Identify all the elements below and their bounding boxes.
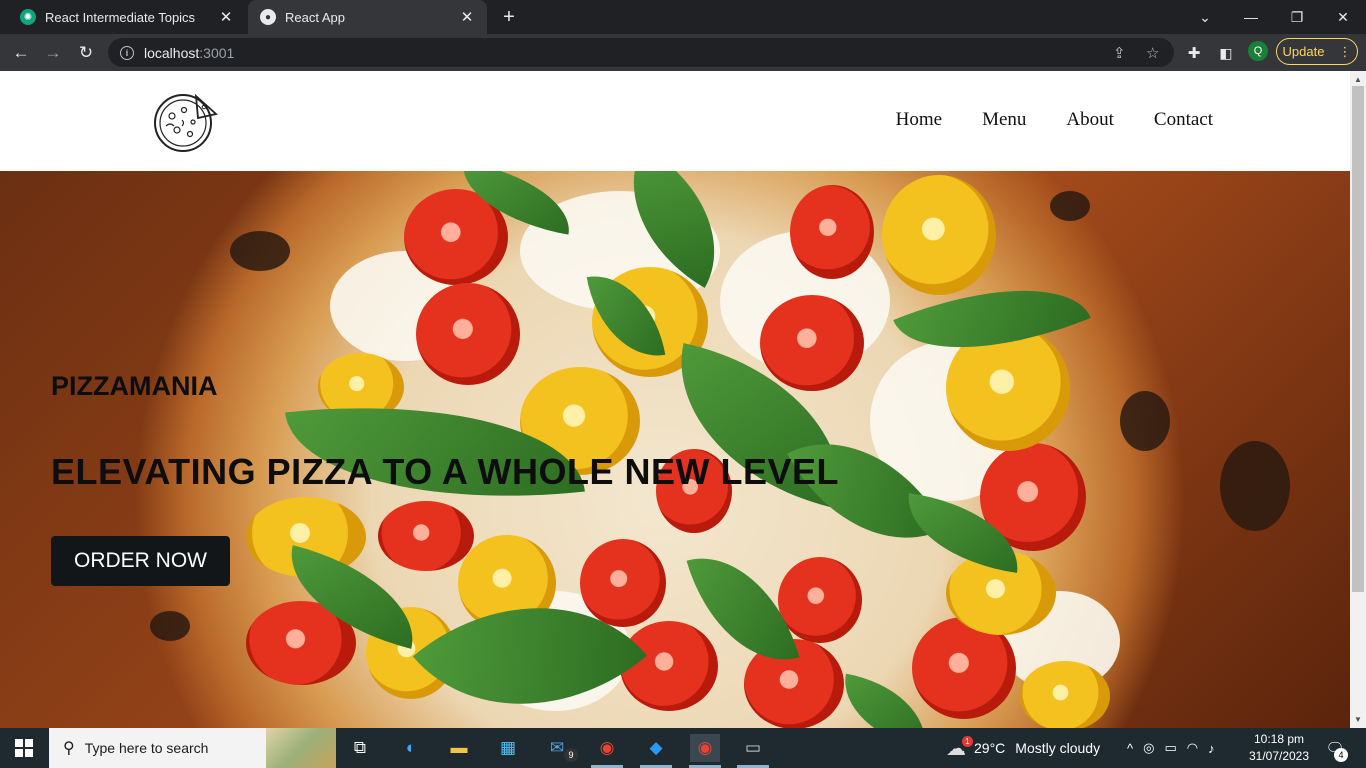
tab-search-chevron-icon[interactable]: ⌄ — [1182, 0, 1228, 34]
weather-alert-badge: 1 — [962, 736, 973, 747]
minimize-button[interactable]: — — [1228, 0, 1274, 34]
terminal-icon[interactable]: ▭ — [738, 734, 768, 762]
show-hidden-icons-chevron-icon[interactable]: ^ — [1127, 741, 1133, 756]
system-tray: ^ ◎ ▭ ◠ ♪ — [1127, 728, 1215, 768]
close-icon[interactable]: ✕ — [218, 9, 234, 26]
reload-button[interactable]: ↻ — [73, 40, 99, 66]
vscode-icon[interactable]: ◆ — [641, 734, 671, 762]
update-button[interactable]: Update ⋮ — [1276, 38, 1358, 65]
weather-desc: Mostly cloudy — [1015, 740, 1101, 756]
search-highlight-image — [266, 728, 336, 768]
hero-subtitle: ELEVATING PIZZA TO A WHOLE NEW LEVEL — [51, 451, 839, 492]
volume-icon[interactable]: ♪ — [1208, 741, 1215, 756]
tab-react-intermediate-topics[interactable]: ✺ React Intermediate Topics ✕ — [8, 0, 246, 34]
share-icon[interactable]: ⇪ — [1113, 44, 1126, 62]
chrome-icon[interactable]: ◉ — [592, 734, 622, 762]
windows-taskbar: ⚲ Type here to search ⧉ ◐ ▬ ▦ ✉ 9 ◉ ◆ ◉ … — [0, 728, 1366, 768]
clock-time: 10:18 pm — [1253, 732, 1305, 746]
mail-badge: 9 — [564, 748, 578, 762]
windows-logo-icon — [15, 739, 33, 757]
close-icon[interactable]: ✕ — [459, 9, 475, 26]
new-tab-button[interactable]: + — [498, 6, 520, 28]
main-nav: Home Menu About Contact — [896, 109, 1213, 131]
browser-tab-strip: ✺ React Intermediate Topics ✕ ● React Ap… — [0, 0, 1366, 34]
order-now-button[interactable]: ORDER NOW — [51, 536, 230, 586]
nav-contact[interactable]: Contact — [1154, 109, 1213, 131]
more-menu-icon: ⋮ — [1338, 43, 1352, 59]
taskbar-search-box[interactable]: ⚲ Type here to search — [49, 728, 336, 768]
taskbar-clock[interactable]: 10:18 pm 31/07/2023 — [1244, 731, 1314, 765]
tab-title: React Intermediate Topics — [45, 9, 196, 25]
notification-count: 4 — [1334, 748, 1348, 762]
chatgpt-icon: ✺ — [20, 9, 36, 25]
webcam-icon[interactable]: ◎ — [1143, 740, 1154, 756]
scroll-up-arrow-icon[interactable]: ▲ — [1350, 72, 1366, 86]
tab-title: React App — [285, 9, 345, 25]
weather-temp: 29°C — [974, 740, 1006, 756]
url-port: :3001 — [199, 44, 235, 61]
pizza-logo-icon[interactable] — [152, 90, 218, 152]
bookmark-star-icon[interactable]: ☆ — [1146, 44, 1159, 62]
hero-title: PIZZAMANIA — [51, 371, 218, 401]
side-panel-icon[interactable]: ◧ — [1213, 40, 1239, 66]
nav-about[interactable]: About — [1066, 109, 1114, 131]
clock-date: 31/07/2023 — [1248, 749, 1310, 763]
url-host: localhost — [144, 44, 200, 61]
site-info-icon[interactable]: i — [120, 45, 134, 60]
browser-toolbar: ← → ↻ i localhost:3001 ⇪ ☆ ✚ ◧ — [0, 34, 1366, 71]
edge-icon[interactable]: ◐ — [396, 734, 426, 762]
page-viewport: Home Menu About Contact PIZZAMANIA ELEVA… — [0, 71, 1350, 728]
back-button[interactable]: ← — [8, 40, 34, 66]
hero-section: PIZZAMANIA ELEVATING PIZZA TO A WHOLE NE… — [0, 171, 1350, 728]
address-bar[interactable]: i localhost:3001 ⇪ ☆ — [108, 38, 1174, 67]
search-icon: ⚲ — [63, 740, 75, 757]
globe-icon: ● — [260, 9, 276, 25]
file-explorer-icon[interactable]: ▬ — [444, 734, 474, 762]
nav-menu[interactable]: Menu — [982, 109, 1026, 131]
profile-avatar[interactable]: Q — [1248, 41, 1268, 61]
scrollbar-thumb[interactable] — [1352, 86, 1364, 592]
scroll-down-arrow-icon[interactable]: ▼ — [1350, 712, 1366, 726]
microsoft-store-icon[interactable]: ▦ — [493, 734, 523, 762]
site-navbar: Home Menu About Contact — [0, 71, 1350, 171]
windows-start-button[interactable] — [0, 728, 48, 768]
extensions-icon[interactable]: ✚ — [1181, 40, 1207, 66]
tab-react-app[interactable]: ● React App ✕ — [248, 0, 487, 34]
nav-home[interactable]: Home — [896, 109, 942, 131]
task-view-icon[interactable]: ⧉ — [345, 734, 375, 762]
weather-widget[interactable]: ☁ 1 29°C Mostly cloudy — [946, 728, 1100, 768]
chrome-profile-icon[interactable]: ◉ — [690, 734, 720, 762]
battery-icon[interactable]: ▭ — [1164, 740, 1176, 756]
forward-button[interactable]: → — [40, 40, 66, 66]
update-label: Update — [1282, 44, 1325, 59]
restore-button[interactable]: ❐ — [1274, 0, 1320, 34]
window-close-button[interactable]: ✕ — [1320, 0, 1366, 34]
wifi-icon[interactable]: ◠ — [1187, 740, 1198, 756]
search-placeholder: Type here to search — [84, 740, 209, 756]
